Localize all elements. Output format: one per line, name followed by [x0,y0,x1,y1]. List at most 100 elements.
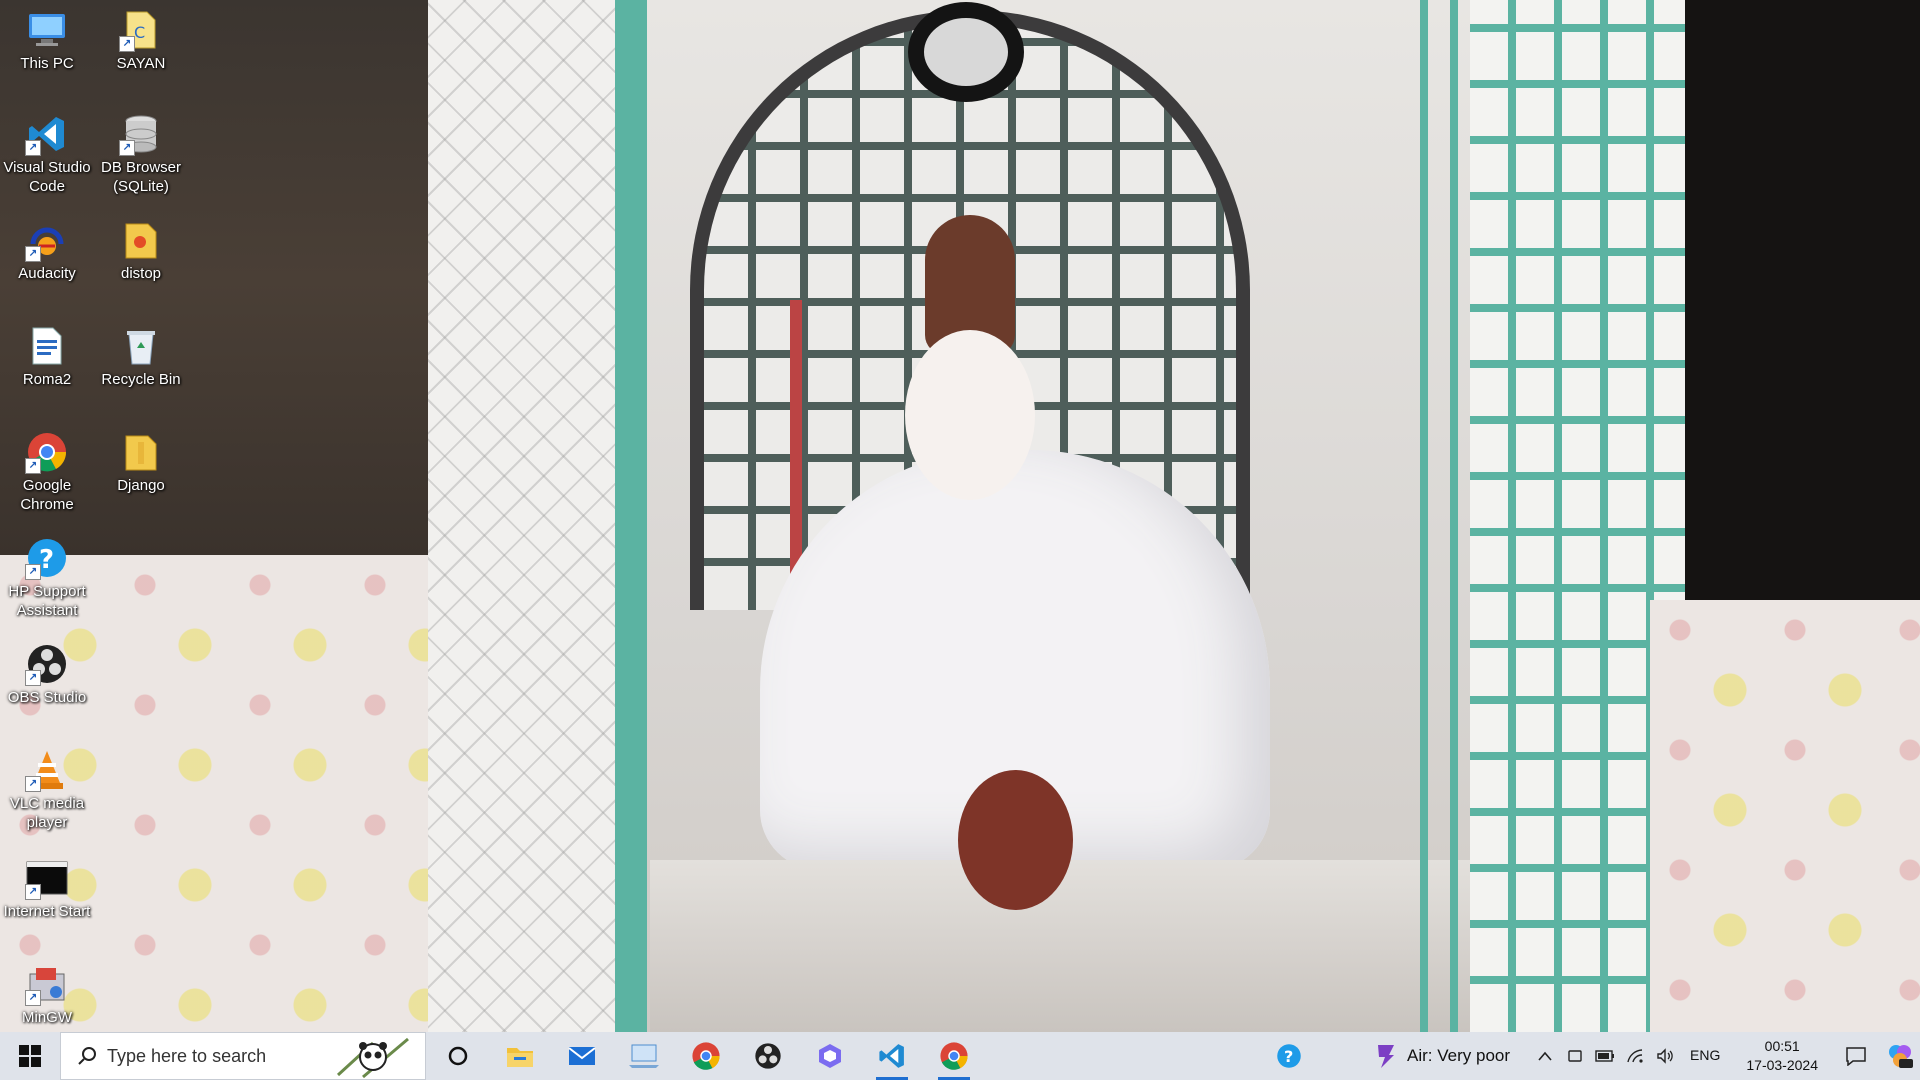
desktop-icon-django[interactable]: Django [96,430,186,495]
desktop-icon-chrome[interactable]: ↗ Google Chrome [2,430,92,514]
search-box[interactable]: Type here to search [60,1032,426,1080]
search-icon [78,1047,96,1065]
wallpaper-door-frame [615,0,647,1032]
clock[interactable]: 00:51 17-03-2024 [1746,1037,1818,1075]
desktop-app-icon [629,1044,659,1068]
wallpaper-right-dark [1685,0,1920,600]
desktop-icon-label: MinGW [22,1009,72,1026]
desktop-icon-mingw[interactable]: ↗ MinGW [2,962,92,1027]
vlc-icon: ↗ [25,748,69,792]
desktop-icon-hp-support[interactable]: ? ↗ HP Support Assistant [2,536,92,620]
desktop-wallpaper [0,0,1920,1032]
taskbar-obs[interactable] [744,1032,792,1080]
taskbar-hp-support[interactable]: ? [1265,1032,1313,1080]
svg-text:?: ? [39,545,54,575]
tray-wifi[interactable] [1620,1032,1650,1080]
wallpaper-right-tiles [1650,600,1920,1032]
search-highlight-panda-icon [336,1037,409,1079]
copilot-pre-icon [1889,1045,1913,1068]
input-language[interactable]: ENG [1690,1047,1720,1065]
desktop-icon-label: This PC [20,55,74,72]
desktop-icon-obs[interactable]: ↗ OBS Studio [2,642,92,707]
volume-icon [1657,1048,1673,1064]
svg-text:?: ? [1284,1047,1293,1066]
desktop-icon-distop[interactable]: distop [96,218,186,283]
desktop-icon-label: Internet Start [3,903,91,920]
notification-icon [1846,1047,1866,1066]
vscode-icon [879,1044,904,1068]
desktop-icon-db-browser[interactable]: ↗ DB Browser (SQLite) [96,112,186,196]
clock-date: 17-03-2024 [1746,1057,1818,1073]
taskbar-file-explorer[interactable] [496,1032,544,1080]
battery-icon [1595,1050,1615,1062]
clock-time: 00:51 [1764,1038,1800,1054]
desktop-icon-label: SAYAN [116,55,166,72]
desktop-icon-recycle-bin[interactable]: Recycle Bin [96,324,186,389]
wallpaper-shrine-floor [650,860,1480,1032]
desktop-icon-label: Roma2 [22,371,72,388]
desktop-icon-roma2[interactable]: Roma2 [2,324,92,389]
folder-icon [119,218,163,262]
camera-icon [1568,1050,1582,1062]
copilot-button[interactable] [1880,1032,1920,1080]
computer-icon [25,8,69,52]
installer-icon: ↗ [25,962,69,1006]
desktop-icon-this-pc[interactable]: This PC [2,8,92,73]
taskbar-desktop-app[interactable] [620,1032,668,1080]
svg-text:C: C [134,23,145,42]
audacity-icon: ↗ [25,218,69,262]
mail-icon [568,1047,596,1065]
vscode-icon: ↗ [25,112,69,156]
taskbar-mail[interactable] [558,1032,606,1080]
desktop-icon-label: distop [120,265,162,282]
taskbar-copilot[interactable] [806,1032,854,1080]
chevron-up-icon [1538,1051,1552,1061]
desktop-icon-label: HP Support Assistant [8,583,86,619]
database-icon: ↗ [119,112,163,156]
language-text: ENG [1690,1047,1721,1063]
taskbar-vscode[interactable] [868,1032,916,1080]
desktop-icon-vlc[interactable]: ↗ VLC media player [2,748,92,832]
tray-battery[interactable] [1590,1032,1620,1080]
desktop-icon-vscode[interactable]: ↗ Visual Studio Code [2,112,92,196]
desktop-icon-sayan[interactable]: C ↗ SAYAN [96,8,186,73]
folder-icon [119,430,163,474]
desktop-icon-label: Google Chrome [20,477,74,513]
help-icon: ? ↗ [25,536,69,580]
notification-center-button[interactable] [1832,1032,1880,1080]
wallpaper-pot [958,770,1073,910]
show-hidden-icons-button[interactable] [1530,1032,1560,1080]
desktop-icon-internet-start[interactable]: ↗ Internet Start [2,856,92,921]
cortana-icon [448,1046,468,1066]
desktop-icon-label: Visual Studio Code [3,159,91,195]
tray-meet-now[interactable] [1560,1032,1590,1080]
obs-icon: ↗ [25,642,69,686]
search-placeholder: Type here to search [107,1045,267,1066]
taskbar: Type here to search ? Air: Very poor ENG… [0,1032,1920,1080]
copilot-icon [819,1044,841,1068]
taskbar-chrome[interactable] [682,1032,730,1080]
recycle-bin-icon [119,324,163,368]
help-icon: ? [1277,1044,1301,1068]
wallpaper-pillar [428,0,620,1032]
desktop-icon-label: Recycle Bin [101,371,181,388]
cortana-button[interactable] [434,1032,482,1080]
desktop-icon-audacity[interactable]: ↗ Audacity [2,218,92,283]
desktop-icon-label: Django [117,477,165,494]
document-icon: C ↗ [119,8,163,52]
weather-widget[interactable]: Air: Very poor [1375,1043,1510,1069]
desktop-icon-label: DB Browser (SQLite) [100,159,182,195]
taskbar-chrome-2[interactable] [930,1032,978,1080]
windows-logo-icon [19,1045,41,1067]
start-button[interactable] [0,1032,60,1080]
document-icon [25,324,69,368]
air-quality-icon [1378,1045,1395,1068]
file-explorer-icon [507,1048,533,1067]
obs-icon [755,1043,781,1069]
wallpaper-statue-head [905,330,1035,500]
window-icon: ↗ [25,856,69,900]
weather-text: Air: Very poor [1407,1046,1511,1065]
wallpaper-clock [908,2,1024,102]
chrome-icon [940,1042,968,1070]
tray-volume[interactable] [1650,1032,1680,1080]
